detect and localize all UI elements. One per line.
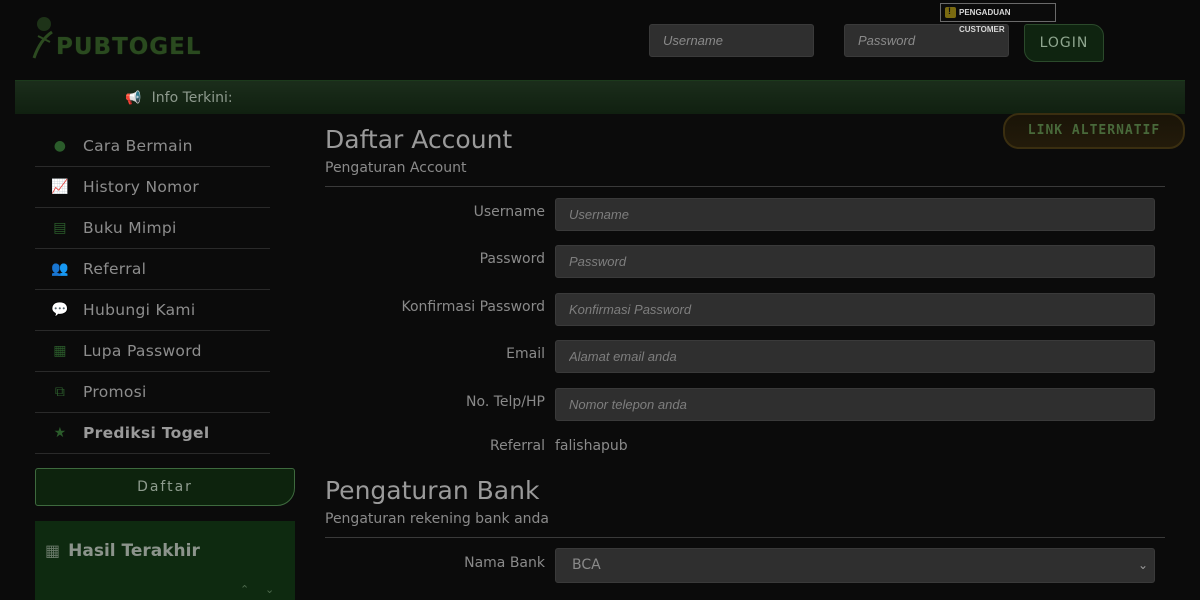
calendar-icon: ▦ — [53, 343, 67, 359]
info-bar: 📢 Info Terkini: — [15, 80, 1185, 114]
sidebar-item-label: Referral — [83, 260, 147, 278]
megaphone-icon: 📢 — [125, 91, 142, 106]
sidebar-item-label: Cara Bermain — [83, 137, 193, 155]
sidebar-item-promosi[interactable]: ⧉ Promosi — [35, 372, 270, 413]
chat-bubbles-icon: 💬 — [51, 302, 69, 318]
hasil-terakhir-title: ▦ Hasil Terakhir — [45, 541, 200, 561]
star-icon: ★ — [53, 425, 67, 441]
logo-text: PUBTOGEL — [56, 34, 202, 60]
password-field[interactable] — [555, 245, 1155, 278]
sidebar-item-referral[interactable]: 👥 Referral — [35, 249, 270, 290]
bank-subtitle: Pengaturan rekening bank anda — [325, 511, 549, 527]
header-username-input[interactable] — [649, 24, 814, 57]
sidebar-item-cara-bermain[interactable]: ● Cara Bermain — [35, 126, 270, 167]
account-title: Daftar Account — [325, 125, 513, 154]
username-field[interactable] — [555, 198, 1155, 231]
customer-complaint-link[interactable]: PENGADUAN CUSTOMER — [940, 3, 1056, 34]
book-icon: ▤ — [53, 220, 67, 236]
sidebar-item-prediksi-togel[interactable]: ★ Prediksi Togel — [35, 413, 270, 454]
referral-label: Referral — [490, 438, 545, 454]
bank-name-select[interactable]: BCA ⌄ — [555, 548, 1155, 583]
bank-title: Pengaturan Bank — [325, 476, 540, 505]
divider — [325, 186, 1165, 187]
account-subtitle: Pengaturan Account — [325, 160, 467, 176]
divider — [325, 537, 1165, 538]
calendar-icon: ▦ — [45, 541, 61, 560]
sidebar-item-label: Lupa Password — [83, 342, 202, 360]
sidebar-item-buku-mimpi[interactable]: ▤ Buku Mimpi — [35, 208, 270, 249]
link-alternatif-button[interactable]: LINK ALTERNATIF — [1003, 113, 1185, 149]
referral-value: falishapub — [555, 438, 628, 454]
info-label-wrap: 📢 Info Terkini: — [125, 90, 233, 106]
chevron-up-icon[interactable]: ⌃ — [240, 583, 249, 596]
users-icon: 👥 — [51, 261, 69, 277]
sidebar-item-label: Hubungi Kami — [83, 301, 196, 319]
gift-icon: ⧉ — [54, 384, 66, 400]
hasil-terakhir-label: Hasil Terakhir — [68, 541, 200, 561]
sidebar-item-hubungi-kami[interactable]: 💬 Hubungi Kami — [35, 290, 270, 331]
phone-label: No. Telp/HP — [466, 394, 545, 410]
complaint-label: PENGADUAN CUSTOMER — [959, 8, 1011, 34]
warning-icon — [945, 3, 956, 20]
confirm-password-field[interactable] — [555, 293, 1155, 326]
email-label: Email — [506, 346, 545, 362]
confirm-password-label: Konfirmasi Password — [401, 299, 546, 315]
sidebar-item-lupa-password[interactable]: ▦ Lupa Password — [35, 331, 270, 372]
sidebar-item-history-nomor[interactable]: 📈 History Nomor — [35, 167, 270, 208]
phone-field[interactable] — [555, 388, 1155, 421]
email-field[interactable] — [555, 340, 1155, 373]
username-label: Username — [473, 204, 545, 220]
hasil-terakhir-panel: ▦ Hasil Terakhir ⌃ ⌄ — [35, 521, 295, 600]
sidebar-item-label: Buku Mimpi — [83, 219, 177, 237]
bank-name-value: BCA — [572, 557, 601, 573]
question-circle-icon: ● — [53, 138, 67, 154]
line-chart-icon: 📈 — [51, 179, 69, 195]
chevron-down-icon[interactable]: ⌄ — [265, 583, 274, 596]
header-bar: PUBTOGEL LOGIN PENGADUAN CUSTOMER — [0, 0, 1200, 80]
chevron-down-icon: ⌄ — [1137, 558, 1148, 572]
site-logo[interactable]: PUBTOGEL — [30, 12, 202, 64]
bank-name-label: Nama Bank — [464, 555, 545, 571]
sidebar-item-label: Prediksi Togel — [83, 424, 210, 442]
sidebar-item-label: Promosi — [83, 383, 147, 401]
login-button[interactable]: LOGIN — [1024, 24, 1104, 62]
password-label: Password — [479, 251, 545, 267]
sidebar-menu: ● Cara Bermain 📈 History Nomor ▤ Buku Mi… — [35, 126, 270, 454]
sidebar-item-label: History Nomor — [83, 178, 200, 196]
info-label: Info Terkini: — [151, 90, 233, 106]
daftar-button[interactable]: Daftar — [35, 468, 295, 506]
